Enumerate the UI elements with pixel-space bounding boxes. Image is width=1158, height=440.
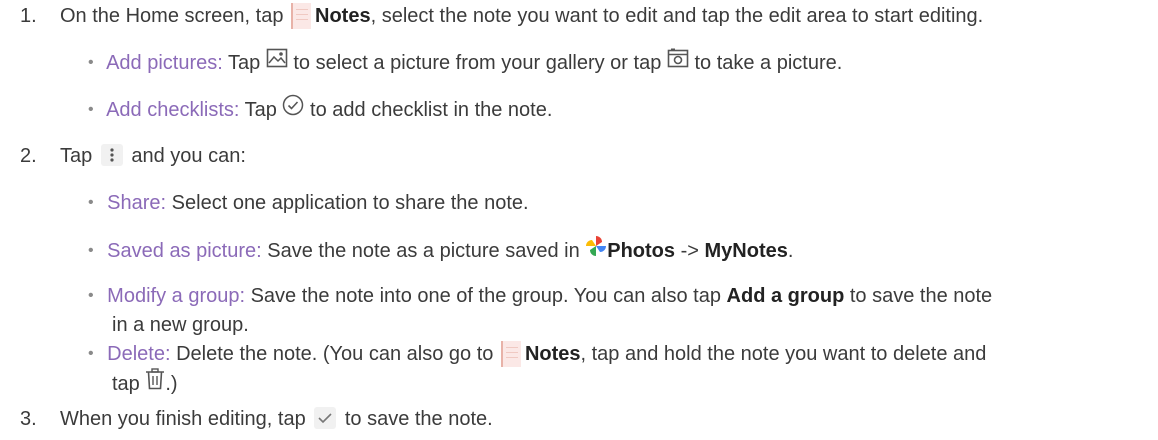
notes-app-icon: [291, 2, 312, 29]
photos-app-icon: [585, 235, 607, 264]
bullet-item-delete: • Delete: Delete the note. (You can also…: [88, 340, 987, 369]
bullet-item-modify-group-cont: in a new group.: [112, 312, 249, 338]
bullet-item-share: • Share: Select one application to share…: [88, 190, 529, 218]
checkmark-icon: [314, 406, 337, 429]
item-term: Saved as picture:: [107, 239, 262, 262]
item-term: Add pictures:: [106, 52, 223, 74]
checklist-icon: [282, 94, 304, 123]
notes-app-icon: [500, 340, 521, 367]
step-text: , select the note you want to edit and t…: [370, 5, 984, 27]
bullet-dot: •: [88, 241, 94, 259]
step-text: On the Home screen, tap: [60, 5, 284, 27]
bullet-dot: •: [88, 194, 94, 211]
path-arrow: ->: [680, 239, 699, 262]
step-3: 3. When you finish editing, tap to save …: [20, 406, 493, 432]
bullet-item-modify-group: • Modify a group: Save the note into one…: [88, 283, 992, 311]
item-text: Save the note into one of the group. You…: [250, 285, 721, 307]
app-name-photos: Photos: [607, 239, 676, 262]
option-add-group: Add a group: [726, 285, 845, 307]
item-text: Delete the note. (You can also go to: [176, 343, 494, 365]
step-text: When you finish editing, tap: [60, 408, 306, 430]
item-text: Tap: [244, 98, 277, 121]
bullet-dot: •: [88, 287, 94, 304]
step-number: 1.: [20, 5, 37, 27]
bullet-dot: •: [88, 345, 94, 362]
item-text: Tap: [228, 52, 261, 74]
item-text: tap: [112, 372, 140, 395]
item-text: Save the note as a picture saved in: [267, 239, 580, 262]
item-text: in a new group.: [112, 314, 249, 336]
item-text: Select one application to share the note…: [171, 192, 529, 214]
step-number: 2.: [20, 145, 37, 167]
app-name-notes: Notes: [315, 5, 371, 27]
step-1: 1. On the Home screen, tap Notes, select…: [20, 2, 984, 30]
item-text: to select a picture from your gallery or…: [293, 52, 662, 74]
step-2: 2. Tap and you can:: [20, 143, 246, 169]
bullet-item-saved-as-picture: • Saved as picture: Save the note as a p…: [88, 235, 794, 266]
gallery-icon: [266, 48, 288, 75]
item-text: .): [165, 372, 178, 395]
bullet-item-add-pictures: • Add pictures: Tap to select a picture …: [88, 48, 843, 78]
app-name-notes: Notes: [524, 343, 581, 365]
item-term: Delete:: [107, 343, 171, 365]
camera-icon: [667, 48, 689, 75]
item-term: Modify a group:: [107, 285, 246, 307]
item-text: to add checklist in the note.: [310, 98, 553, 121]
step-number: 3.: [20, 408, 37, 430]
item-text: to save the note: [849, 285, 993, 307]
bullet-item-delete-cont: tap .): [112, 368, 178, 399]
step-text: and you can:: [131, 145, 246, 167]
more-vertical-icon: [100, 143, 123, 166]
bullet-item-add-checklists: • Add checklists: Tap to add checklist i…: [88, 94, 553, 125]
album-name: MyNotes: [704, 239, 788, 262]
bullet-dot: •: [88, 100, 94, 118]
item-term: Add checklists:: [106, 98, 240, 121]
step-text: to save the note.: [344, 408, 493, 430]
trash-icon: [145, 368, 165, 397]
item-text: , tap and hold the note you want to dele…: [580, 343, 987, 365]
item-text: to take a picture.: [694, 52, 843, 74]
item-text: .: [787, 239, 794, 262]
item-term: Share:: [107, 192, 167, 214]
bullet-dot: •: [88, 54, 94, 71]
step-text: Tap: [60, 145, 93, 167]
